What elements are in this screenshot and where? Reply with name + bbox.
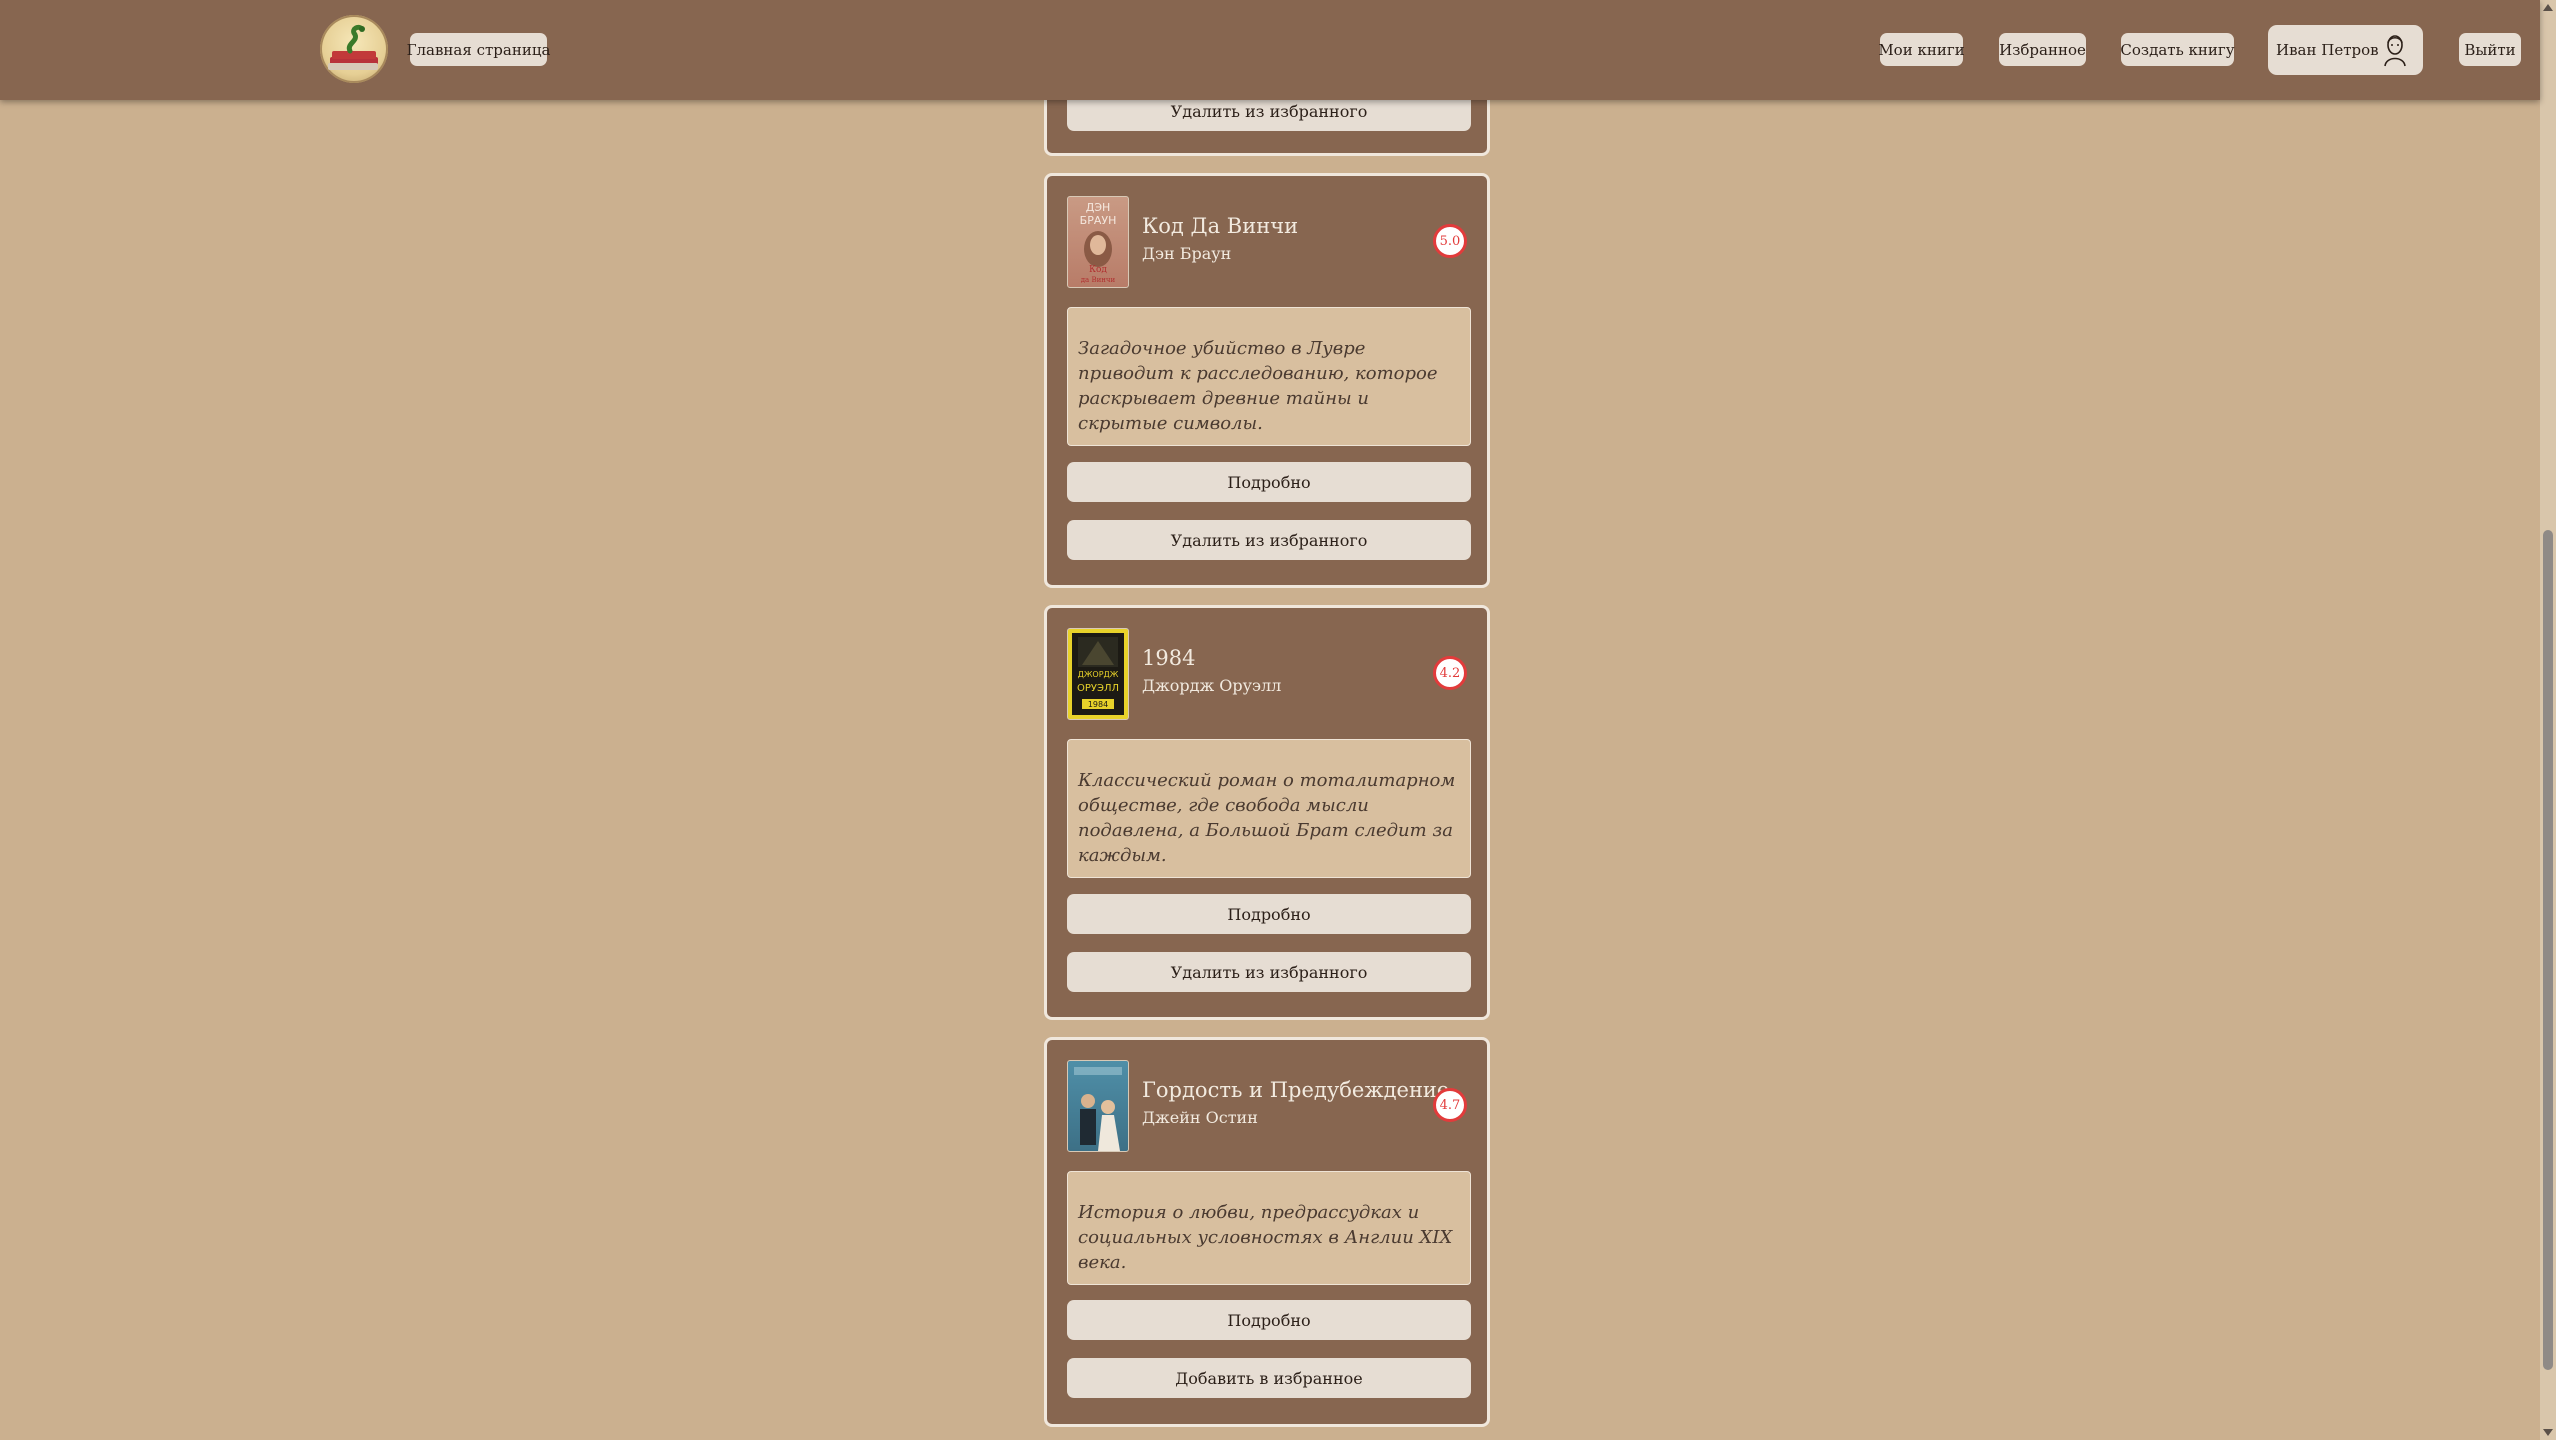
- book-cover-image: ДЖОРДЖ ОРУЭЛЛ 1984: [1067, 628, 1129, 720]
- book-author: Джейн Остин: [1142, 1108, 1258, 1127]
- book-author: Джордж Оруэлл: [1142, 676, 1282, 695]
- site-logo-icon[interactable]: [320, 15, 388, 83]
- create-book-nav-button[interactable]: Создать книгу: [2120, 33, 2235, 66]
- book-card: Гордость и Предубеждение Джейн Остин 4.7…: [1044, 1037, 1490, 1427]
- svg-text:1984: 1984: [1088, 700, 1108, 709]
- svg-text:БРАУН: БРАУН: [1080, 214, 1117, 227]
- user-profile-button[interactable]: Иван Петров: [2268, 25, 2423, 75]
- remove-from-favorites-button[interactable]: Удалить из избранного: [1067, 952, 1471, 992]
- book-description: Классический роман о тоталитарном общест…: [1067, 739, 1471, 878]
- scroll-up-arrow-icon[interactable]: [2543, 4, 2553, 11]
- home-nav-button[interactable]: Главная страница: [407, 33, 550, 66]
- book-card: ДЭН БРАУН Код да Винчи Код Да Винчи Дэн …: [1044, 173, 1490, 588]
- scrollbar-thumb[interactable]: [2543, 530, 2553, 1370]
- remove-from-favorites-button[interactable]: Удалить из избранного: [1067, 520, 1471, 560]
- user-avatar-icon: [2379, 33, 2411, 67]
- svg-text:Код: Код: [1089, 265, 1107, 275]
- my-books-nav-button[interactable]: Мои книги: [1878, 33, 1965, 66]
- svg-text:да Винчи: да Винчи: [1081, 276, 1116, 284]
- svg-text:ОРУЭЛЛ: ОРУЭЛЛ: [1077, 683, 1119, 694]
- svg-text:ДЖОРДЖ: ДЖОРДЖ: [1078, 670, 1119, 679]
- rating-badge: 4.7: [1433, 1088, 1467, 1122]
- details-button[interactable]: Подробно: [1067, 1300, 1471, 1340]
- user-name: Иван Петров: [2276, 41, 2379, 59]
- book-description: Загадочное убийство в Лувре приводит к р…: [1067, 307, 1471, 446]
- page-scrollbar[interactable]: [2540, 0, 2556, 1440]
- book-author: Дэн Браун: [1142, 244, 1232, 263]
- details-button[interactable]: Подробно: [1067, 462, 1471, 502]
- book-cover-image: [1067, 1060, 1129, 1152]
- rating-badge: 4.2: [1433, 656, 1467, 690]
- rating-badge: 5.0: [1433, 224, 1467, 258]
- book-card: ДЖОРДЖ ОРУЭЛЛ 1984 1984 Джордж Оруэлл 4.…: [1044, 605, 1490, 1020]
- top-navbar: Главная страница Мои книги Избранное Соз…: [0, 0, 2540, 100]
- book-cover-image: ДЭН БРАУН Код да Винчи: [1067, 196, 1129, 288]
- logout-button[interactable]: Выйти: [2459, 33, 2521, 66]
- book-title: Код Да Винчи: [1142, 214, 1299, 238]
- book-title: Гордость и Предубеждение: [1142, 1078, 1450, 1102]
- svg-text:ДЭН: ДЭН: [1086, 201, 1111, 214]
- add-to-favorites-button[interactable]: Добавить в избранное: [1067, 1358, 1471, 1398]
- book-description: История о любви, предрассудках и социаль…: [1067, 1171, 1471, 1285]
- details-button[interactable]: Подробно: [1067, 894, 1471, 934]
- scroll-down-arrow-icon[interactable]: [2543, 1429, 2553, 1436]
- book-title: 1984: [1142, 646, 1196, 670]
- favorites-nav-button[interactable]: Избранное: [1999, 33, 2086, 66]
